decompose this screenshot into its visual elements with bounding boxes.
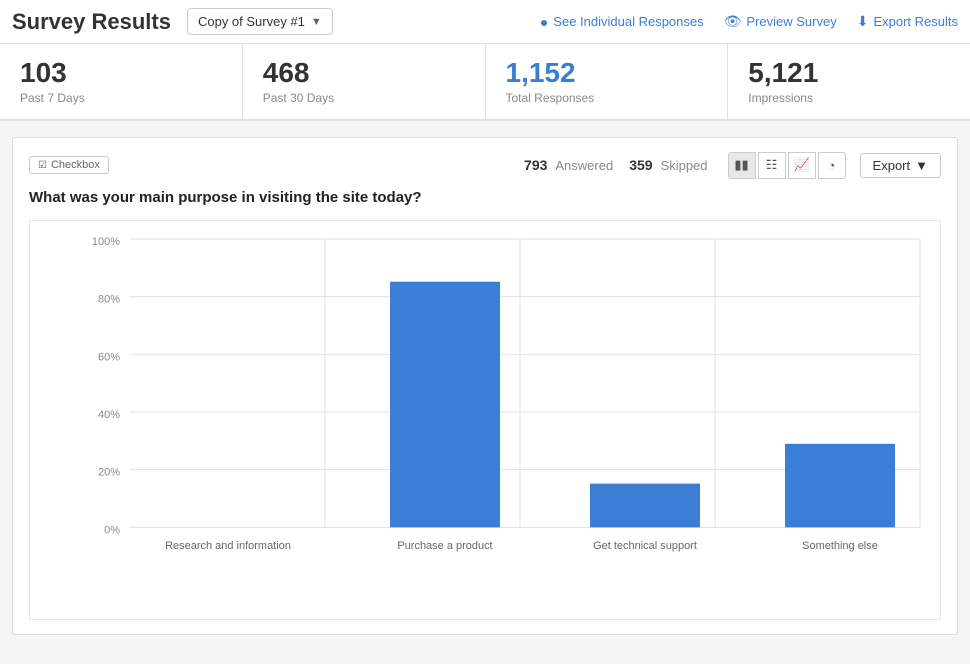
person-icon: ●: [540, 14, 548, 30]
svg-text:20%: 20%: [98, 466, 120, 478]
header-actions: ● See Individual Responses 👁 Preview Sur…: [540, 13, 958, 30]
stats-row: 103 Past 7 Days 468 Past 30 Days 1,152 T…: [0, 44, 970, 121]
bar-purchase: [390, 282, 500, 528]
page-title: Survey Results: [12, 9, 171, 35]
header: Survey Results Copy of Survey #1 ▼ ● See…: [0, 0, 970, 44]
line-chart-button[interactable]: 📈: [788, 152, 816, 179]
chevron-down-icon: ▼: [311, 16, 322, 28]
stat-7days: 103 Past 7 Days: [0, 44, 243, 119]
question-type-badge: ☑ Checkbox: [29, 156, 109, 174]
preview-survey-link[interactable]: 👁 Preview Survey: [724, 13, 837, 30]
stat-7days-label: Past 7 Days: [20, 91, 222, 105]
stat-7days-number: 103: [20, 58, 222, 89]
svg-text:40%: 40%: [98, 409, 120, 421]
stat-impressions-label: Impressions: [748, 91, 950, 105]
svg-text:80%: 80%: [98, 293, 120, 305]
table-chart-button[interactable]: ☷: [758, 152, 786, 179]
survey-dropdown-label: Copy of Survey #1: [198, 14, 305, 29]
svg-text:100%: 100%: [92, 236, 120, 248]
eye-icon: 👁: [724, 13, 742, 30]
skipped-count: 359: [629, 157, 652, 173]
bar-technical: [590, 483, 700, 527]
bar-chart-button[interactable]: ▮▮: [728, 152, 756, 179]
preview-survey-label: Preview Survey: [746, 14, 836, 29]
svg-text:0%: 0%: [104, 524, 120, 536]
stat-total-responses: 1,152 Total Responses: [486, 44, 729, 119]
download-icon: ⬇: [857, 13, 869, 30]
bar-something: [785, 444, 895, 528]
svg-text:Get technical support: Get technical support: [593, 540, 697, 552]
question-section: ☑ Checkbox 793 Answered 359 Skipped ▮▮ ☷…: [12, 137, 958, 635]
stat-30days-label: Past 30 Days: [263, 91, 465, 105]
stat-total-label: Total Responses: [506, 91, 708, 105]
question-stats: 793 Answered 359 Skipped ▮▮ ☷ 📈 ◔ Export…: [524, 152, 941, 179]
stat-30days: 468 Past 30 Days: [243, 44, 486, 119]
chart-container: 100% 80% 60% 40% 20% 0%: [29, 220, 941, 620]
skipped-label: Skipped: [661, 158, 708, 173]
stat-impressions: 5,121 Impressions: [728, 44, 970, 119]
svg-text:Purchase a product: Purchase a product: [397, 540, 492, 552]
export-results-label: Export Results: [873, 14, 958, 29]
answered-count: 793: [524, 157, 547, 173]
stat-30days-number: 468: [263, 58, 465, 89]
question-type-label: Checkbox: [51, 159, 100, 171]
stat-total-number: 1,152: [506, 58, 708, 89]
pie-chart-button[interactable]: ◔: [818, 152, 846, 179]
svg-text:Research and information: Research and information: [165, 540, 291, 552]
checkbox-icon: ☑: [38, 160, 47, 171]
question-text: What was your main purpose in visiting t…: [29, 189, 941, 206]
individual-responses-label: See Individual Responses: [553, 14, 703, 29]
bar-chart-svg: 100% 80% 60% 40% 20% 0%: [80, 231, 930, 589]
answered-label: Answered: [555, 158, 613, 173]
question-header: ☑ Checkbox 793 Answered 359 Skipped ▮▮ ☷…: [29, 152, 941, 179]
export-label: Export: [873, 158, 911, 173]
chart-type-buttons: ▮▮ ☷ 📈 ◔: [728, 152, 846, 179]
stat-impressions-number: 5,121: [748, 58, 950, 89]
svg-text:Something else: Something else: [802, 540, 878, 552]
survey-dropdown[interactable]: Copy of Survey #1 ▼: [187, 8, 333, 35]
svg-text:60%: 60%: [98, 351, 120, 363]
individual-responses-link[interactable]: ● See Individual Responses: [540, 14, 704, 30]
export-button[interactable]: Export ▼: [860, 153, 941, 178]
export-results-link[interactable]: ⬇ Export Results: [857, 13, 958, 30]
export-chevron-icon: ▼: [915, 158, 928, 173]
